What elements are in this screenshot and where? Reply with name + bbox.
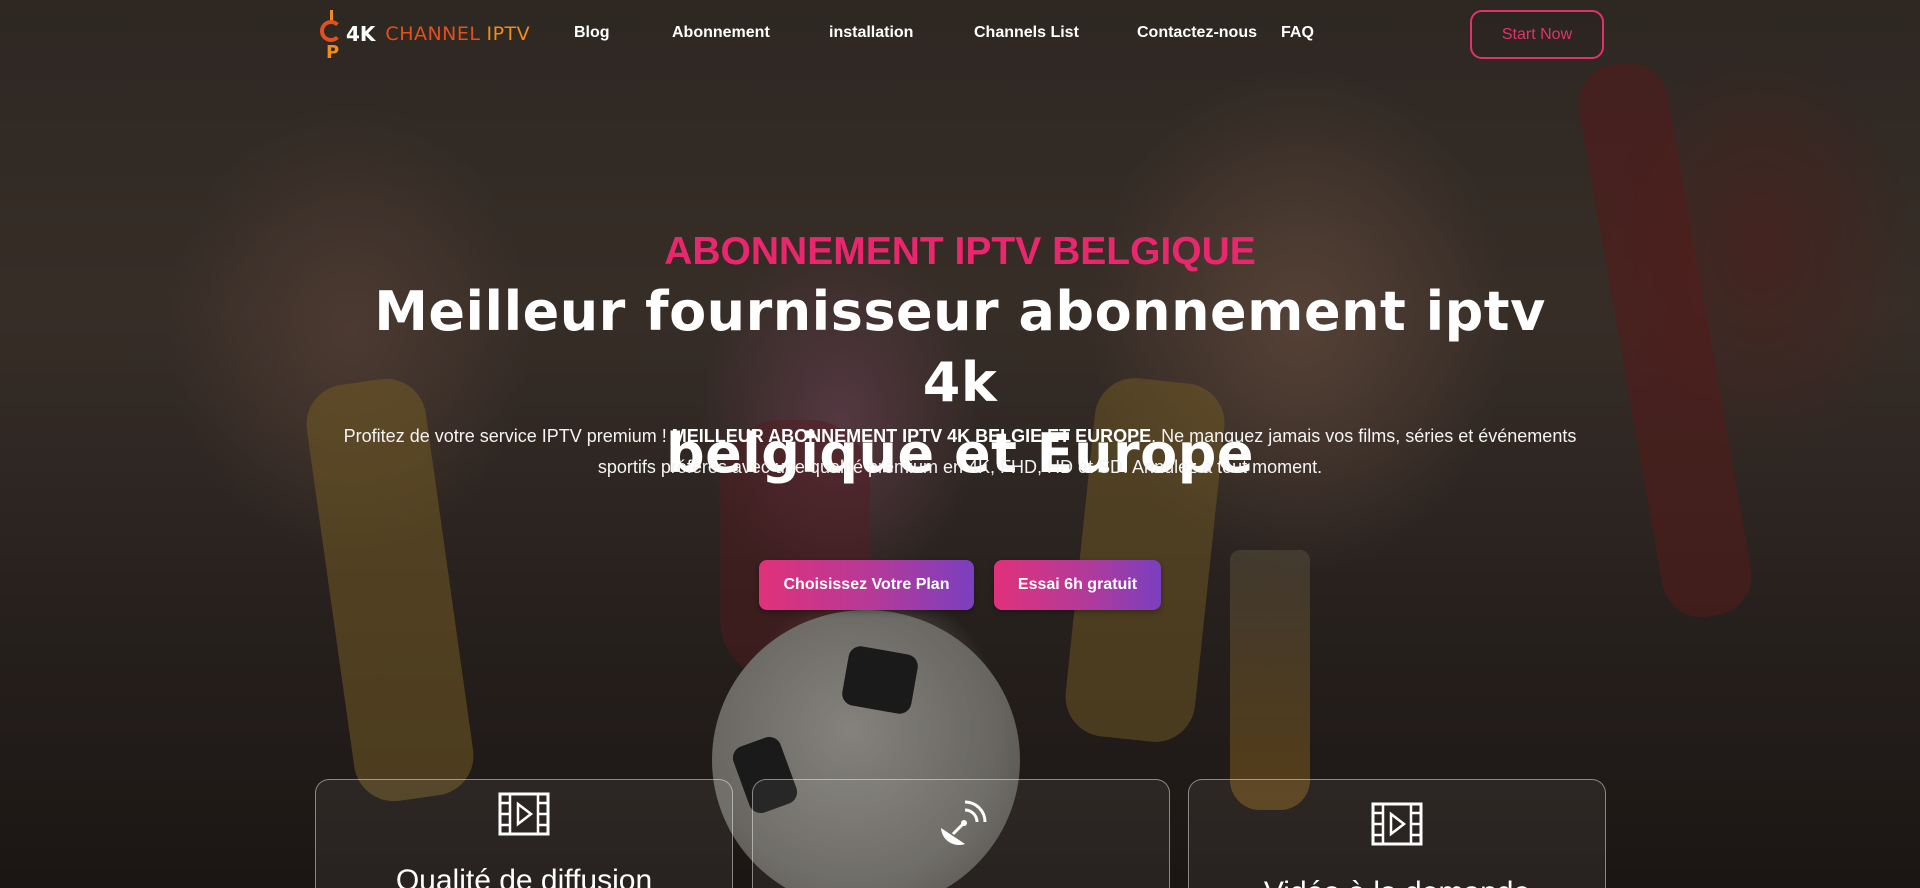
site-logo[interactable]: P 4K CHANNEL IPTV	[318, 8, 531, 63]
hero-eyebrow: ABONNEMENT IPTV BELGIQUE	[664, 230, 1256, 273]
feature-card: Qualité de diffusion	[315, 779, 733, 888]
hero-desc-line2: sportifs préférés avec une qualité premi…	[597, 457, 1323, 477]
nav-item-abonnement[interactable]: Abonnement	[672, 24, 770, 42]
nav-item-blog[interactable]: Blog	[574, 24, 610, 42]
feature-card	[752, 779, 1170, 888]
logo-prefix: 4K	[346, 22, 376, 46]
logo-name-b: IPTV	[486, 23, 531, 45]
hero-title-line1: Meilleur fournisseur abonnement iptv 4k	[374, 280, 1546, 414]
feature-card: Vidéo à la demande	[1188, 779, 1606, 888]
logo-name-a: CHANNEL	[385, 23, 481, 45]
hero-desc-strong: MEILLEUR ABONNEMENT IPTV 4K BELGIE ET EU…	[671, 426, 1152, 446]
free-trial-button[interactable]: Essai 6h gratuit	[994, 560, 1161, 610]
film-play-icon	[498, 792, 550, 836]
logo-mark-icon: P	[318, 8, 346, 63]
satellite-dish-icon	[941, 800, 987, 846]
hero-desc-part2: . Ne manquez jamais vos films, séries et…	[1151, 426, 1577, 446]
film-play-icon	[1371, 802, 1423, 846]
hero-desc-part1: Profitez de votre service IPTV premium !	[343, 426, 672, 446]
hero-description: Profitez de votre service IPTV premium !…	[310, 421, 1610, 483]
nav-item-contactez-nous[interactable]: Contactez-nous	[1137, 24, 1257, 42]
site-header: P 4K CHANNEL IPTV Blog Abonnement instal…	[0, 0, 1920, 68]
nav-item-faq[interactable]: FAQ	[1281, 24, 1314, 42]
feature-card-title: Vidéo à la demande	[1189, 876, 1605, 888]
choose-plan-button[interactable]: Choisissez Votre Plan	[759, 560, 974, 610]
feature-card-title: Qualité de diffusion	[395, 864, 653, 888]
nav-item-installation[interactable]: installation	[829, 24, 913, 42]
start-now-button[interactable]: Start Now	[1470, 10, 1604, 59]
nav-item-channels-list[interactable]: Channels List	[974, 24, 1079, 42]
logo-letter-p: P	[326, 42, 340, 63]
